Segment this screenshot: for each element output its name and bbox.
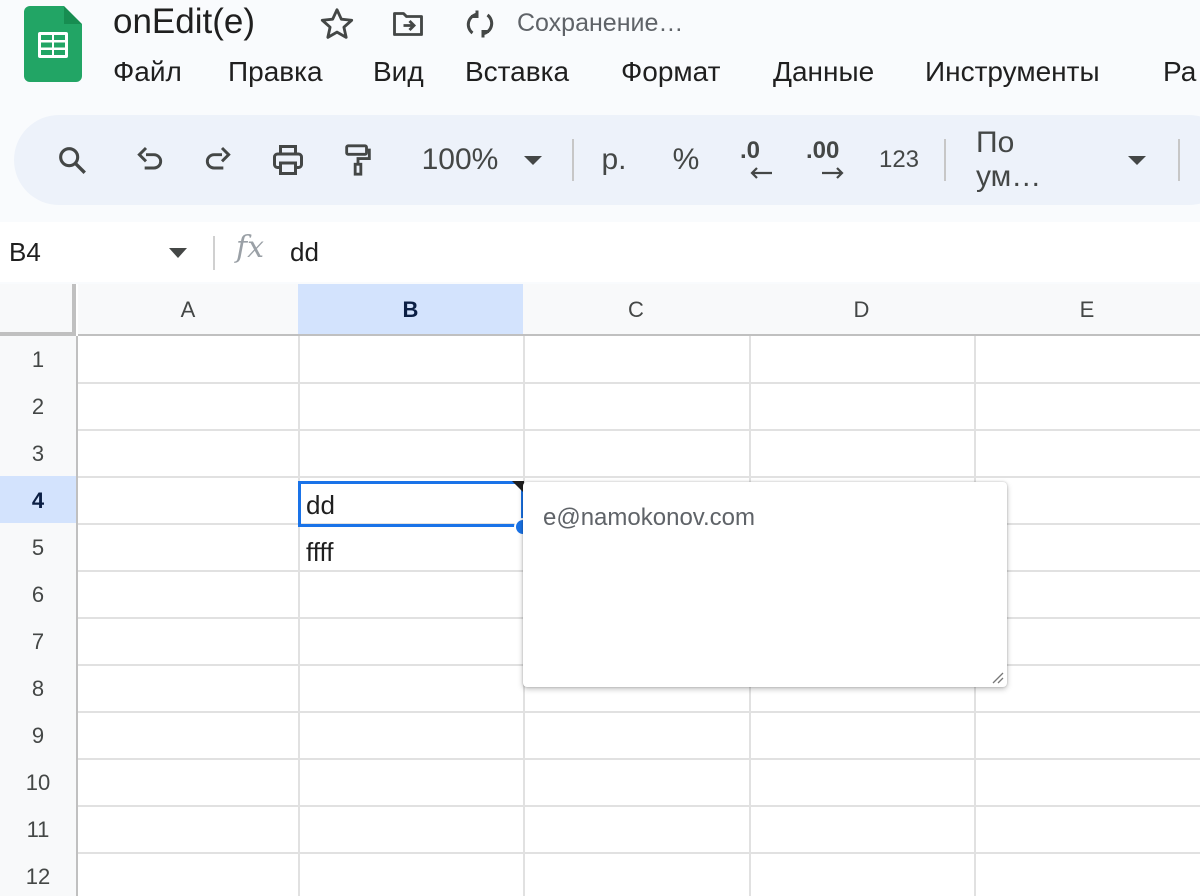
currency-label: р.	[601, 143, 627, 176]
column-header-d[interactable]: D	[749, 284, 976, 336]
undo-icon[interactable]	[128, 115, 172, 205]
menu-insert[interactable]: Вставка	[465, 52, 569, 92]
increase-decimal-button[interactable]: .00	[802, 115, 854, 205]
chevron-down-icon	[524, 155, 543, 165]
decrease-decimal-button[interactable]: .0	[732, 115, 780, 205]
saving-status: Сохранение…	[517, 9, 684, 37]
row-header-12[interactable]: 12	[0, 852, 78, 896]
more-formats-button[interactable]: 123	[874, 115, 924, 205]
currency-format-button[interactable]: р.	[594, 115, 634, 205]
select-all-corner[interactable]	[0, 284, 76, 336]
row-header-6[interactable]: 6	[0, 570, 78, 619]
menu-data[interactable]: Данные	[773, 52, 874, 92]
sheets-logo-icon[interactable]	[24, 6, 82, 82]
print-icon[interactable]	[266, 115, 310, 205]
redo-icon[interactable]	[196, 115, 240, 205]
arrow-left-icon	[750, 167, 772, 179]
active-cell-outline[interactable]	[298, 481, 524, 527]
formula-bar-divider	[213, 236, 215, 270]
row-header-7[interactable]: 7	[0, 617, 78, 666]
row-header-4[interactable]: 4	[0, 476, 78, 525]
row-header-5[interactable]: 5	[0, 523, 78, 572]
chevron-down-icon	[1128, 155, 1146, 165]
gridline	[78, 382, 1200, 384]
gridline	[78, 429, 1200, 431]
paint-format-icon[interactable]	[336, 115, 380, 205]
row-header-9[interactable]: 9	[0, 711, 78, 760]
arrow-right-icon	[822, 167, 844, 179]
note-text[interactable]: e@namokonov.com	[543, 504, 755, 532]
sheets-grid-glyph	[38, 32, 68, 58]
menu-file[interactable]: Файл	[113, 52, 182, 92]
toolbar-divider	[572, 139, 574, 181]
decrease-decimal-label: .0	[740, 137, 761, 164]
row-header-1[interactable]: 1	[0, 336, 78, 384]
gridline	[78, 476, 1200, 478]
font-select[interactable]: По ум…	[976, 115, 1146, 205]
column-header-b[interactable]: B	[298, 284, 525, 336]
row-header-8[interactable]: 8	[0, 664, 78, 713]
menu-tools[interactable]: Инструменты	[925, 52, 1100, 92]
gridline	[298, 336, 300, 896]
toolbar: 100% р. % .0 .00 123 По ум…	[14, 115, 1200, 205]
fx-icon: fx	[236, 230, 265, 265]
row-header-10[interactable]: 10	[0, 758, 78, 807]
zoom-value: 100%	[421, 143, 499, 176]
name-box[interactable]: B4	[9, 222, 41, 282]
column-header-e[interactable]: E	[974, 284, 1200, 336]
toolbar-divider	[1178, 139, 1180, 181]
star-icon[interactable]	[318, 6, 356, 47]
row-header-2[interactable]: 2	[0, 382, 78, 431]
cell-b5[interactable]: ffff	[306, 537, 334, 568]
gridline	[78, 711, 1200, 713]
sync-icon	[462, 6, 498, 47]
gridline	[78, 852, 1200, 854]
search-icon[interactable]	[50, 115, 94, 205]
menu-extensions[interactable]: Ра	[1163, 52, 1196, 92]
font-value: По ум…	[976, 126, 1042, 193]
row-header-11[interactable]: 11	[0, 805, 78, 854]
percent-format-button[interactable]: %	[666, 115, 706, 205]
zoom-select[interactable]: 100%	[412, 115, 552, 205]
column-header-c[interactable]: C	[523, 284, 751, 336]
menu-format[interactable]: Формат	[621, 52, 720, 92]
gridline	[78, 758, 1200, 760]
increase-decimal-label: .00	[806, 137, 840, 164]
gridline	[78, 805, 1200, 807]
row-header-3[interactable]: 3	[0, 429, 78, 478]
menu-view[interactable]: Вид	[373, 52, 424, 92]
percent-label: %	[672, 143, 700, 176]
formula-input[interactable]: dd	[290, 222, 319, 282]
document-title[interactable]: onEdit(e)	[113, 0, 255, 46]
chevron-down-icon[interactable]	[169, 248, 187, 258]
column-header-a[interactable]: A	[78, 284, 300, 336]
toolbar-divider	[944, 139, 946, 181]
formula-bar: B4 fx dd	[0, 222, 1200, 282]
move-to-folder-icon[interactable]	[388, 6, 428, 47]
more-formats-label: 123	[878, 146, 920, 173]
menu-edit[interactable]: Правка	[228, 52, 323, 92]
resize-handle-icon[interactable]	[990, 670, 1004, 684]
cell-note-popup[interactable]: e@namokonov.com	[523, 482, 1007, 687]
